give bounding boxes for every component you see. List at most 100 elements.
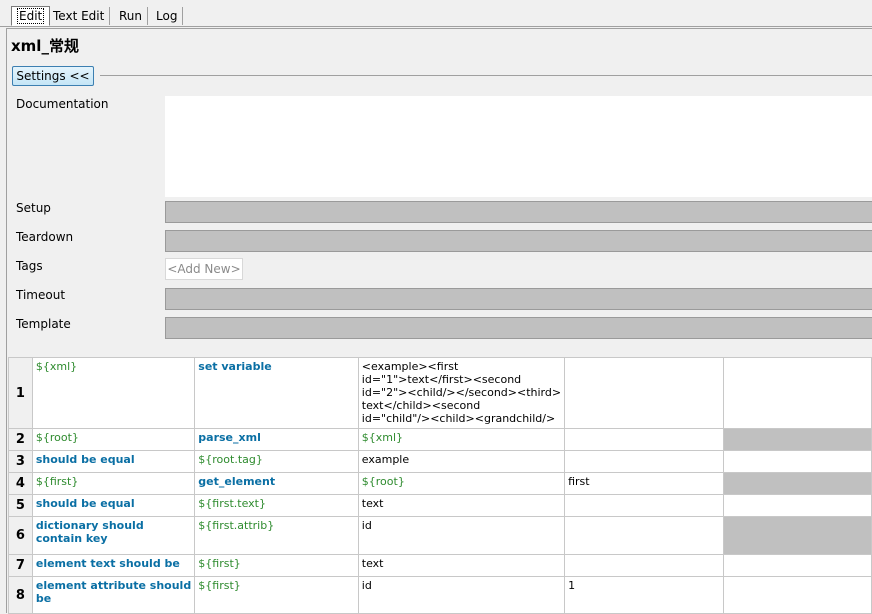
tab-log[interactable]: Log xyxy=(151,7,184,25)
grid-cell[interactable]: parse_xml xyxy=(194,428,359,451)
grid-cell[interactable]: element text should be xyxy=(31,554,196,577)
variable-text: ${first} xyxy=(35,475,79,488)
grid-row: 5 should be equal ${first.text} text xyxy=(8,494,872,517)
variable-text: ${root.tag} xyxy=(198,453,263,466)
row-number[interactable]: 8 xyxy=(8,576,33,614)
grid-cell[interactable] xyxy=(564,516,725,555)
keyword-text: dictionary should contain key xyxy=(35,519,144,545)
variable-text: ${first} xyxy=(198,579,241,592)
tab-text-edit[interactable]: Text Edit xyxy=(48,7,111,25)
variable-text: ${root} xyxy=(361,475,405,488)
grid-cell[interactable]: ${first.attrib} xyxy=(194,516,359,555)
grid-cell[interactable]: ${root.tag} xyxy=(194,450,359,473)
variable-text: ${first} xyxy=(198,557,241,570)
grid-row: 1 ${xml} set variable <example><first id="1… xyxy=(8,357,872,429)
keyword-grid: 1 ${xml} set variable <example><first id="1… xyxy=(8,357,872,614)
grid-cell[interactable]: example xyxy=(357,450,566,473)
grid-cell[interactable] xyxy=(564,357,725,429)
argument-text: <example><first id="1">text</first><seco… xyxy=(361,360,562,425)
grid-cell[interactable]: ${first.text} xyxy=(194,494,359,517)
test-case-title: xml_常规 xyxy=(11,37,79,55)
row-number[interactable]: 5 xyxy=(8,494,33,517)
row-number[interactable]: 7 xyxy=(8,554,33,577)
argument-text: example xyxy=(361,453,410,466)
argument-text: text xyxy=(361,557,384,570)
tags-add-new-field[interactable]: <Add New> xyxy=(165,258,243,280)
grid-cell[interactable]: ${xml} xyxy=(31,357,196,429)
row-number[interactable]: 3 xyxy=(8,450,33,473)
keyword-text: should be equal xyxy=(35,497,135,510)
grid-cell[interactable]: <example><first id="1">text</first><seco… xyxy=(357,357,566,429)
keyword-text: element text should be xyxy=(35,557,180,570)
grid-cell[interactable]: id xyxy=(357,516,566,555)
grid-cell[interactable] xyxy=(564,494,725,517)
variable-text: ${first.text} xyxy=(198,497,266,510)
grid-cell[interactable]: ${first} xyxy=(194,554,359,577)
variable-text: ${xml} xyxy=(361,431,404,444)
grid-cell[interactable]: text xyxy=(357,494,566,517)
argument-text: id xyxy=(361,519,372,532)
grid-cell[interactable]: ${xml} xyxy=(357,428,566,451)
grid-row: 8 element attribute should be ${first} id 1 xyxy=(8,576,872,614)
teardown-field[interactable] xyxy=(165,230,872,252)
grid-cell[interactable]: get_element xyxy=(194,472,359,495)
row-number[interactable]: 6 xyxy=(8,516,33,555)
grid-cell[interactable]: should be equal xyxy=(31,494,196,517)
documentation-label: Documentation xyxy=(16,97,109,111)
keyword-text: parse_xml xyxy=(198,431,261,444)
grid-cell[interactable]: dictionary should contain key xyxy=(31,516,196,555)
documentation-field[interactable] xyxy=(165,96,872,197)
variable-text: ${first.attrib} xyxy=(198,519,275,532)
grid-cell[interactable]: ${root} xyxy=(357,472,566,495)
grid-row: 4 ${first} get_element ${root} first xyxy=(8,472,872,495)
grid-row: 2 ${root} parse_xml ${xml} xyxy=(8,428,872,451)
setup-field[interactable] xyxy=(165,201,872,223)
row-number[interactable]: 2 xyxy=(8,428,33,451)
grid-cell[interactable] xyxy=(723,428,872,451)
variable-text: ${xml} xyxy=(35,360,78,373)
keyword-text: set variable xyxy=(198,360,272,373)
grid-cell[interactable]: ${first} xyxy=(194,576,359,614)
argument-text: first xyxy=(568,475,590,488)
variable-text: ${root} xyxy=(35,431,79,444)
grid-cell[interactable]: text xyxy=(357,554,566,577)
grid-cell[interactable] xyxy=(723,494,872,517)
tags-label: Tags xyxy=(16,259,43,273)
keyword-text: element attribute should be xyxy=(35,579,192,605)
template-field[interactable] xyxy=(165,317,872,339)
settings-toggle-button[interactable]: Settings << xyxy=(12,66,94,86)
grid-cell[interactable]: first xyxy=(564,472,725,495)
grid-cell[interactable] xyxy=(564,554,725,577)
grid-cell[interactable]: ${first} xyxy=(31,472,196,495)
row-number[interactable]: 4 xyxy=(8,472,33,495)
grid-cell[interactable]: set variable xyxy=(194,357,359,429)
grid-cell[interactable] xyxy=(723,450,872,473)
teardown-label: Teardown xyxy=(16,230,74,244)
setup-label: Setup xyxy=(16,201,51,215)
row-number[interactable]: 1 xyxy=(8,357,33,429)
editor-tab-bar: Edit Text Edit Run Log xyxy=(0,0,872,27)
grid-cell[interactable] xyxy=(564,428,725,451)
grid-cell[interactable] xyxy=(723,472,872,495)
grid-cell[interactable] xyxy=(564,450,725,473)
keyword-text: should be equal xyxy=(35,453,135,466)
grid-row: 3 should be equal ${root.tag} example xyxy=(8,450,872,473)
settings-divider xyxy=(100,75,872,76)
grid-row: 6 dictionary should contain key ${first.at… xyxy=(8,516,872,555)
grid-cell[interactable] xyxy=(723,576,872,614)
grid-cell[interactable] xyxy=(723,357,872,429)
template-label: Template xyxy=(16,317,71,331)
tab-edit[interactable]: Edit xyxy=(11,6,51,26)
grid-cell[interactable] xyxy=(723,516,872,555)
timeout-field[interactable] xyxy=(165,288,872,310)
grid-cell[interactable] xyxy=(723,554,872,577)
grid-cell[interactable]: ${root} xyxy=(31,428,196,451)
grid-cell[interactable]: id xyxy=(357,576,566,614)
argument-text: text xyxy=(361,497,384,510)
tab-run[interactable]: Run xyxy=(114,7,149,25)
grid-cell[interactable]: element attribute should be xyxy=(31,576,196,614)
keyword-text: get_element xyxy=(198,475,276,488)
grid-cell[interactable]: should be equal xyxy=(31,450,196,473)
argument-text: id xyxy=(361,579,372,592)
grid-cell[interactable]: 1 xyxy=(564,576,725,614)
